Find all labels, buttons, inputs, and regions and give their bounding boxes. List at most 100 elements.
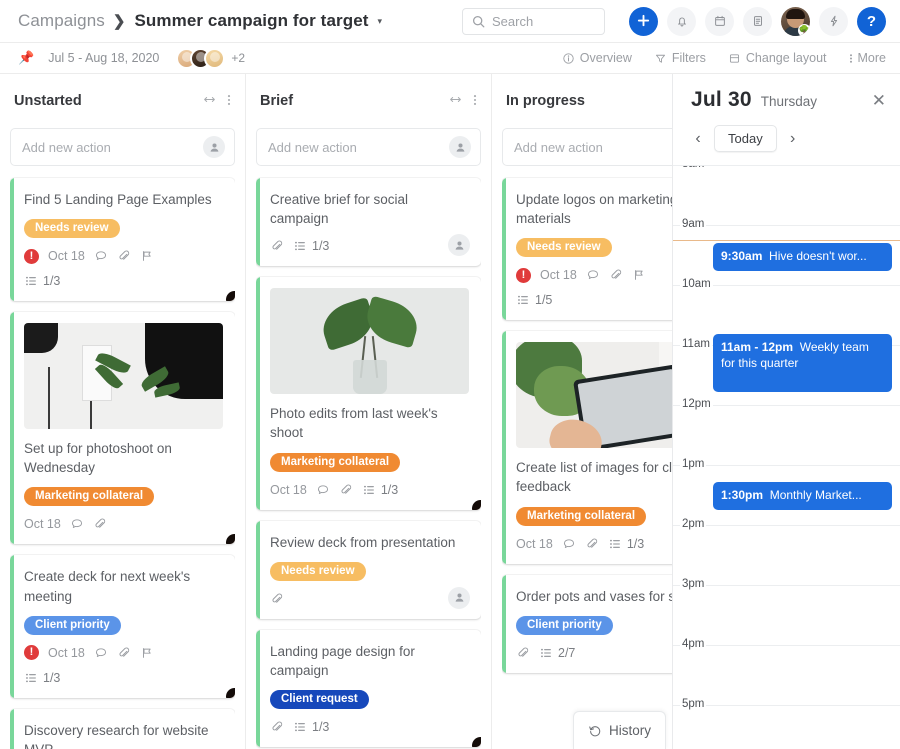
kanban-board: UnstartedAdd new actionFind 5 Landing Pa…: [0, 74, 672, 749]
task-title: Discovery research for website MVP: [24, 721, 223, 749]
subtask-progress: 1/5: [516, 293, 552, 307]
column-cards: Find 5 Landing Page ExamplesNeeds review…: [10, 166, 235, 749]
pin-icon[interactable]: 📌: [18, 50, 34, 66]
filter-icon: [654, 52, 667, 65]
overview-button[interactable]: Overview: [562, 51, 632, 65]
flag-icon[interactable]: [632, 268, 646, 282]
comment-icon[interactable]: [586, 268, 600, 282]
change-layout-button[interactable]: Change layout: [728, 51, 827, 65]
calendar-hour-row[interactable]: 2pm: [673, 526, 900, 586]
calendar-event[interactable]: 11am - 12pm Weekly team for this quarter: [713, 334, 892, 392]
calendar-button[interactable]: [705, 7, 734, 36]
search-placeholder: Search: [492, 14, 533, 29]
comment-icon[interactable]: [94, 646, 108, 660]
flag-icon[interactable]: [140, 249, 154, 263]
attachment-icon[interactable]: [609, 268, 623, 282]
task-card[interactable]: Update logos on marketing materialsNeeds…: [502, 178, 672, 320]
add-new-action-input[interactable]: Add new action: [10, 128, 235, 166]
task-tag[interactable]: Marketing collateral: [516, 507, 646, 526]
calendar-hour-row[interactable]: 4pm: [673, 646, 900, 706]
calendar-hour-row[interactable]: 8am: [673, 166, 900, 226]
help-button[interactable]: ?: [857, 7, 886, 36]
task-card[interactable]: Create deck for next week's meetingClien…: [10, 555, 235, 697]
task-tag[interactable]: Client priority: [24, 616, 121, 635]
column-menu-button[interactable]: [473, 93, 477, 110]
comment-icon[interactable]: [70, 517, 84, 531]
shortcuts-button[interactable]: [819, 7, 848, 36]
calendar-icon: [713, 14, 727, 28]
attachment-icon: [609, 268, 623, 282]
task-tag[interactable]: Client priority: [516, 616, 613, 635]
attachment-icon[interactable]: [339, 483, 353, 497]
overdue-icon: !: [24, 645, 39, 660]
task-tag[interactable]: Client request: [270, 690, 369, 709]
task-card[interactable]: Find 5 Landing Page ExamplesNeeds review…: [10, 178, 235, 301]
task-card[interactable]: Landing page design for campaignClient r…: [256, 630, 481, 747]
attachment-icon[interactable]: [270, 592, 284, 606]
task-tag[interactable]: Marketing collateral: [24, 487, 154, 506]
calendar-hour-row[interactable]: 5pm: [673, 706, 900, 749]
attachment-icon[interactable]: [270, 239, 284, 253]
task-card[interactable]: Photo edits from last week's shootMarket…: [256, 277, 481, 509]
calendar-event[interactable]: 1:30pm Monthly Market...: [713, 482, 892, 510]
task-card[interactable]: Create list of images for client feedbac…: [502, 331, 672, 563]
today-button[interactable]: Today: [714, 125, 777, 152]
task-title: Set up for photoshoot on Wednesday: [24, 439, 223, 477]
attachment-icon: [585, 537, 599, 551]
attachment-icon[interactable]: [117, 249, 131, 263]
close-icon[interactable]: ✕: [872, 91, 886, 111]
filters-button[interactable]: Filters: [654, 51, 706, 65]
task-tag[interactable]: Needs review: [516, 238, 612, 257]
task-due-date: Oct 18: [516, 537, 553, 551]
attachment-icon[interactable]: [585, 537, 599, 551]
assignee-button[interactable]: [203, 136, 225, 158]
column-menu-button[interactable]: [227, 93, 231, 110]
task-card[interactable]: Creative brief for social campaign1/3: [256, 178, 481, 266]
task-tag[interactable]: Needs review: [24, 219, 120, 238]
calendar-hour-row[interactable]: 3pm: [673, 586, 900, 646]
search-input[interactable]: Search: [462, 8, 605, 35]
status-badge-icon: 🌳: [798, 24, 810, 36]
column-resize-button[interactable]: [448, 93, 463, 109]
attachment-icon[interactable]: [93, 517, 107, 531]
column-title: In progress: [506, 93, 672, 109]
task-tag[interactable]: Marketing collateral: [270, 453, 400, 472]
attachment-icon[interactable]: [270, 720, 284, 734]
history-button[interactable]: History: [573, 711, 666, 749]
task-tag[interactable]: Needs review: [270, 562, 366, 581]
user-avatar[interactable]: 🌳: [781, 7, 810, 36]
breadcrumb-campaigns[interactable]: Campaigns: [18, 11, 105, 31]
attachment-icon[interactable]: [516, 646, 530, 660]
add-new-action-placeholder: Add new action: [514, 140, 672, 155]
notes-button[interactable]: [743, 7, 772, 36]
next-day-button[interactable]: ›: [786, 130, 800, 148]
assignee-button[interactable]: [449, 136, 471, 158]
chevron-down-icon[interactable]: ▾: [378, 16, 383, 27]
more-button[interactable]: More: [849, 51, 886, 65]
attachment-icon[interactable]: [117, 646, 131, 660]
flag-icon[interactable]: [140, 646, 154, 660]
comment-icon[interactable]: [94, 249, 108, 263]
task-card[interactable]: Review deck from presentationNeeds revie…: [256, 521, 481, 619]
add-new-action-input[interactable]: Add new action: [502, 128, 672, 166]
board-column: In progress Add new action Update logos on…: [492, 74, 672, 749]
column-resize-button[interactable]: [202, 93, 217, 109]
task-card[interactable]: Order pots and vases for shootClient pri…: [502, 575, 672, 673]
calendar-event[interactable]: 9:30am Hive doesn't wor...: [713, 243, 892, 271]
add-new-action-input[interactable]: Add new action: [256, 128, 481, 166]
calendar-hour-label: 1pm: [680, 458, 706, 470]
notifications-button[interactable]: [667, 7, 696, 36]
breadcrumb-current[interactable]: Summer campaign for target: [134, 11, 368, 31]
subtask-icon: [293, 239, 307, 253]
comment-icon[interactable]: [316, 483, 330, 497]
comment-icon[interactable]: [562, 537, 576, 551]
calendar-grid[interactable]: 8am9am10am11am12pm1pm2pm3pm4pm5pm9:30am …: [673, 165, 900, 749]
comment-icon: [70, 517, 84, 531]
calendar-hour-row[interactable]: 12pm: [673, 406, 900, 466]
task-card[interactable]: Set up for photoshoot on Wednesday Market…: [10, 312, 235, 544]
member-avatars[interactable]: +2: [176, 48, 245, 69]
add-button[interactable]: [629, 7, 658, 36]
task-assignee-empty[interactable]: [448, 587, 470, 609]
prev-day-button[interactable]: ‹: [691, 130, 705, 148]
task-card[interactable]: Discovery research for website MVPNeeds …: [10, 709, 235, 749]
